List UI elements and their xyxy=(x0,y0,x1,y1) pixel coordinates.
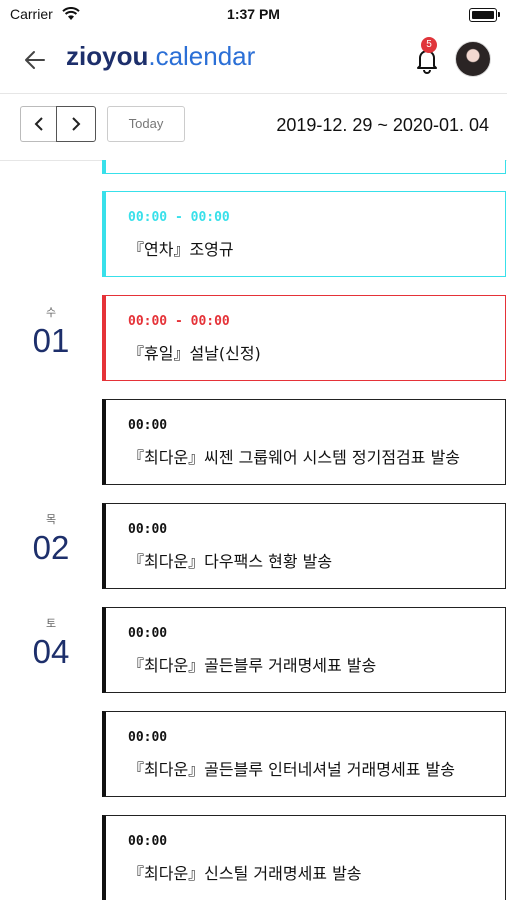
battery-icon xyxy=(469,8,500,22)
day-header: 토 04 xyxy=(20,615,82,671)
logo-bold: zioyou xyxy=(66,41,149,71)
date-range-label: 2019-12. 29 ~ 2020-01. 04 xyxy=(276,115,489,135)
day-number: 04 xyxy=(32,633,70,670)
event-title: 『최다운』골든블루 거래명세표 발송 xyxy=(128,656,377,675)
event-title: 『연차』조영규 xyxy=(128,240,234,259)
back-arrow-icon[interactable] xyxy=(22,48,48,72)
next-week-button[interactable] xyxy=(56,106,96,142)
day-header: 수 01 xyxy=(20,304,82,360)
event-list[interactable]: 수 01 목 02 토 04 00:00 - 00:00 『연차』조영규 00:… xyxy=(0,160,507,900)
event-card[interactable]: 00:00 - 00:00 『연차』조영규 xyxy=(102,191,506,277)
event-title: 『최다운』씨젠 그룹웨어 시스템 정기점검표 발송 xyxy=(128,448,461,467)
notification-badge: 5 xyxy=(421,37,437,53)
event-title: 『최다운』신스틸 거래명세표 발송 xyxy=(128,864,362,883)
event-card[interactable]: 00:00 『최다운』골든블루 거래명세표 발송 xyxy=(102,607,506,693)
weekday-label: 목 xyxy=(45,513,57,526)
event-card[interactable]: 00:00 - 00:00 『휴일』설날(신정) xyxy=(102,295,506,381)
event-time: 00:00 xyxy=(128,522,168,537)
today-button[interactable]: Today xyxy=(107,106,185,142)
event-time: 00:00 - 00:00 xyxy=(128,210,230,225)
calendar-toolbar: Today 2019-12. 29 ~ 2020-01. 04 xyxy=(0,93,507,161)
event-title: 『최다운』골든블루 인터네셔널 거래명세표 발송 xyxy=(128,760,455,779)
day-header: 목 02 xyxy=(20,511,82,567)
event-card[interactable]: 00:00 『최다운』다우팩스 현황 발송 xyxy=(102,503,506,589)
app-header: zioyou.calendar 5 xyxy=(0,30,507,90)
weekday-label: 토 xyxy=(45,617,57,630)
logo-light: .calendar xyxy=(148,41,256,71)
avatar[interactable] xyxy=(455,41,491,77)
app-logo: zioyou.calendar xyxy=(66,41,255,72)
event-title: 『휴일』설날(신정) xyxy=(128,344,261,363)
event-time: 00:00 - 00:00 xyxy=(128,314,230,329)
event-time: 00:00 xyxy=(128,834,168,849)
event-card[interactable]: 00:00 『최다운』골든블루 인터네셔널 거래명세표 발송 xyxy=(102,711,506,797)
event-card[interactable]: 00:00 『최다운』씨젠 그룹웨어 시스템 정기점검표 발송 xyxy=(102,399,506,485)
status-bar: Carrier 1:37 PM xyxy=(0,0,507,30)
clock: 1:37 PM xyxy=(227,6,280,22)
event-time: 00:00 xyxy=(128,730,168,745)
event-time: 00:00 xyxy=(128,626,168,641)
prev-week-button[interactable] xyxy=(20,106,56,142)
event-card-partial[interactable] xyxy=(102,160,506,174)
weekday-label: 수 xyxy=(45,306,57,319)
day-number: 02 xyxy=(32,529,70,566)
chevron-right-icon xyxy=(72,117,81,131)
event-card[interactable]: 00:00 『최다운』신스틸 거래명세표 발송 xyxy=(102,815,506,900)
day-number: 01 xyxy=(32,322,70,359)
event-time: 00:00 xyxy=(128,418,168,433)
chevron-left-icon xyxy=(34,117,43,131)
event-title: 『최다운』다우팩스 현황 발송 xyxy=(128,552,333,571)
